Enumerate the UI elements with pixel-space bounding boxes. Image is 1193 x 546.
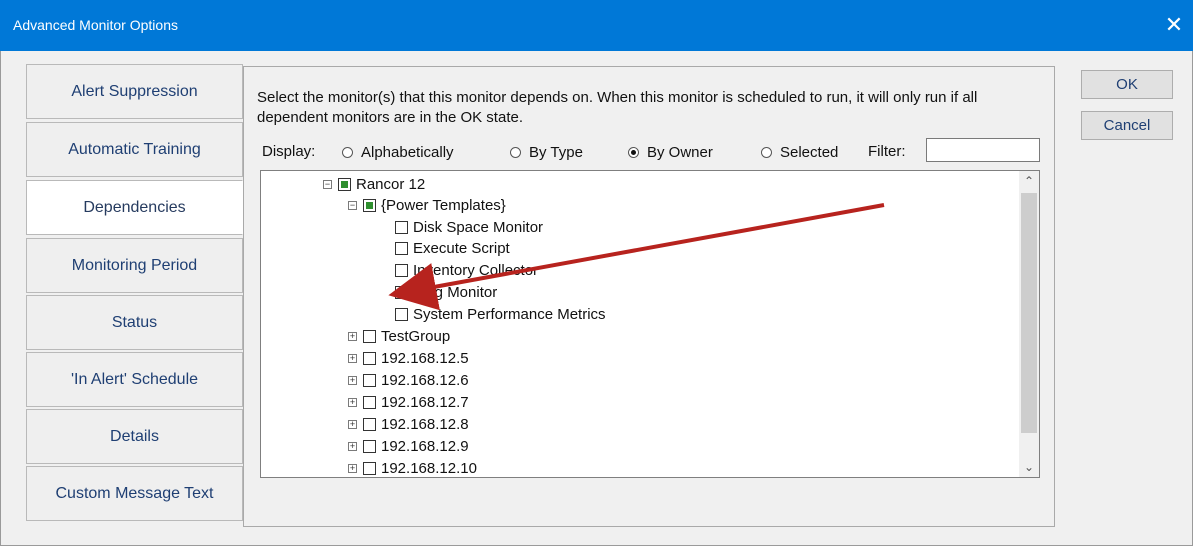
tab-monitoring-period[interactable]: Monitoring Period <box>26 238 243 293</box>
radio-circle <box>510 147 521 158</box>
tree-node-label: 192.168.12.7 <box>381 394 469 411</box>
window-title: Advanced Monitor Options <box>13 17 178 33</box>
collapse-icon[interactable]: − <box>348 201 357 210</box>
radio-label: By Owner <box>647 144 713 161</box>
tree-node-label: 192.168.12.6 <box>381 372 469 389</box>
radio-circle <box>342 147 353 158</box>
tree-node-label: TestGroup <box>381 328 451 345</box>
radio-label: By Type <box>529 144 583 161</box>
tree-node-label: 192.168.12.10 <box>381 460 477 477</box>
tab-label: 'In Alert' Schedule <box>70 370 199 388</box>
checkbox[interactable] <box>363 440 376 453</box>
radio-alphabetically[interactable]: Alphabetically <box>342 144 454 161</box>
tab-custom-message-text[interactable]: Custom Message Text <box>26 466 243 521</box>
checkbox[interactable] <box>363 462 376 475</box>
expand-icon[interactable]: + <box>348 464 357 473</box>
radio-by-type[interactable]: By Type <box>510 144 583 161</box>
tree-node-testgroup[interactable]: + TestGroup <box>348 326 450 347</box>
tree-node-label: 192.168.12.5 <box>381 350 469 367</box>
tree-node-label: {Power Templates} <box>381 197 506 214</box>
tree-node-192-168-12-7[interactable]: + 192.168.12.7 <box>348 392 469 413</box>
tab-in-alert-schedule[interactable]: 'In Alert' Schedule <box>26 352 243 407</box>
checkbox[interactable] <box>395 264 408 277</box>
close-icon[interactable]: ✕ <box>1159 10 1189 40</box>
tree-node-192-168-12-5[interactable]: + 192.168.12.5 <box>348 348 469 369</box>
checkbox[interactable] <box>363 352 376 365</box>
checkbox[interactable] <box>363 418 376 431</box>
tree-node-label: Disk Space Monitor <box>413 219 544 236</box>
radio-circle-selected <box>628 147 639 158</box>
tab-alert-suppression[interactable]: Alert Suppression <box>26 64 243 119</box>
radio-selected[interactable]: Selected <box>761 144 838 161</box>
tab-details[interactable]: Details <box>26 409 243 464</box>
tree-node-192-168-12-9[interactable]: + 192.168.12.9 <box>348 436 469 457</box>
checkbox[interactable] <box>395 221 408 234</box>
radio-label: Alphabetically <box>361 144 454 161</box>
scroll-up-icon[interactable]: ⌃ <box>1019 171 1039 191</box>
expand-icon[interactable]: + <box>348 442 357 451</box>
tree-scrollbar[interactable]: ⌃ ⌄ <box>1019 171 1039 477</box>
tree-node-ping-monitor[interactable]: Ping Monitor <box>395 282 497 303</box>
tab-label: Details <box>110 427 159 445</box>
checkbox-partial[interactable] <box>338 178 351 191</box>
radio-label: Selected <box>780 144 839 161</box>
tree-node-label: System Performance Metrics <box>413 306 606 323</box>
expand-icon[interactable]: + <box>348 420 357 429</box>
tree-node-system-performance-metrics[interactable]: System Performance Metrics <box>395 304 606 325</box>
tree-node-power-templates[interactable]: − {Power Templates} <box>348 195 506 216</box>
cancel-button[interactable]: Cancel <box>1081 111 1173 140</box>
checkbox[interactable] <box>395 308 408 321</box>
tab-label: Dependencies <box>83 198 186 216</box>
tab-label: Automatic Training <box>68 140 201 158</box>
monitor-tree[interactable]: − Rancor 12 − {Power Templates} Disk Spa… <box>260 170 1040 478</box>
tree-node-rancor-12[interactable]: − Rancor 12 <box>323 174 425 195</box>
tree-node-inventory-collector[interactable]: Inventory Collector <box>395 260 538 281</box>
tree-node-192-168-12-8[interactable]: + 192.168.12.8 <box>348 414 469 435</box>
checkbox-checked[interactable] <box>395 284 408 300</box>
filter-input[interactable] <box>926 138 1040 162</box>
checkbox[interactable] <box>363 330 376 343</box>
description-text: Select the monitor(s) that this monitor … <box>257 89 978 126</box>
checkbox[interactable] <box>363 374 376 387</box>
radio-by-owner[interactable]: By Owner <box>628 144 713 161</box>
tree-node-label: 192.168.12.8 <box>381 416 469 433</box>
collapse-icon[interactable]: − <box>323 180 332 189</box>
expand-icon[interactable]: + <box>348 332 357 341</box>
tree-node-execute-script[interactable]: Execute Script <box>395 238 510 259</box>
tab-automatic-training[interactable]: Automatic Training <box>26 122 243 177</box>
scroll-thumb[interactable] <box>1021 193 1037 433</box>
expand-icon[interactable]: + <box>348 398 357 407</box>
tab-status[interactable]: Status <box>26 295 243 350</box>
tree-node-192-168-12-6[interactable]: + 192.168.12.6 <box>348 370 469 391</box>
checkbox-partial[interactable] <box>363 199 376 212</box>
radio-circle <box>761 147 772 158</box>
scroll-down-icon[interactable]: ⌄ <box>1019 457 1039 477</box>
tree-node-disk-space-monitor[interactable]: Disk Space Monitor <box>395 217 543 238</box>
tree-node-label: Inventory Collector <box>413 262 539 279</box>
checkbox[interactable] <box>363 396 376 409</box>
tree-node-label: Rancor 12 <box>356 176 426 193</box>
tab-label: Monitoring Period <box>71 256 198 274</box>
display-label: Display: <box>262 143 316 160</box>
tree-node-192-168-12-10[interactable]: + 192.168.12.10 <box>348 458 477 477</box>
tree-node-label: Execute Script <box>413 240 510 257</box>
tree-node-label: 192.168.12.9 <box>381 438 469 455</box>
tab-dependencies[interactable]: Dependencies <box>26 180 243 235</box>
filter-label: Filter: <box>868 143 906 160</box>
ok-button[interactable]: OK <box>1081 70 1173 99</box>
checkbox[interactable] <box>395 242 408 255</box>
expand-icon[interactable]: + <box>348 376 357 385</box>
expand-icon[interactable]: + <box>348 354 357 363</box>
title-bar: Advanced Monitor Options ✕ <box>0 0 1193 51</box>
tree-node-label: Ping Monitor <box>413 284 498 301</box>
tab-label: Custom Message Text <box>55 484 214 502</box>
tab-label: Alert Suppression <box>71 82 198 100</box>
tab-label: Status <box>111 313 158 331</box>
